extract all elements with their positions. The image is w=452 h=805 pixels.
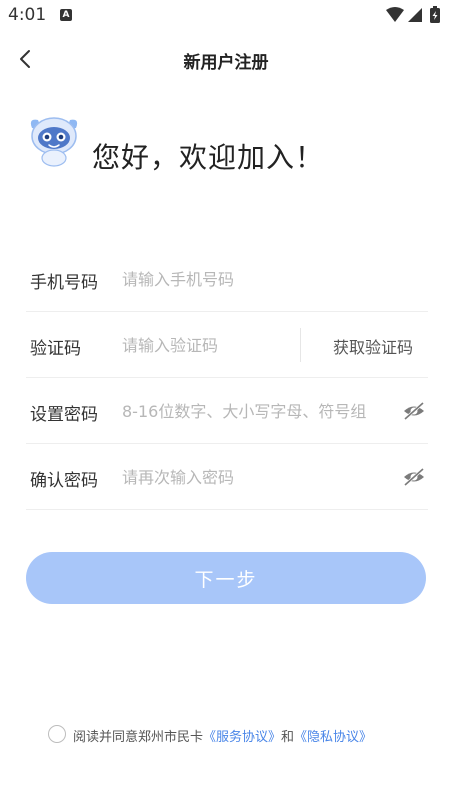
privacy-agreement-link[interactable]: 《隐私协议》 [294,730,372,745]
get-code-button[interactable]: 获取验证码 [318,334,428,358]
battery-charging-icon [430,6,440,23]
signal-icon [408,8,422,22]
password-label: 设置密码 [30,405,98,425]
password-row: 设置密码 [26,378,428,444]
page-title: 新用户注册 [183,53,269,73]
password-input[interactable] [122,398,398,424]
phone-input[interactable] [122,266,412,292]
phone-row: 手机号码 [26,246,428,312]
nav-bar: 新用户注册 [0,38,452,78]
phone-label: 手机号码 [30,273,98,293]
agreement-checkbox[interactable] [48,725,66,743]
confirm-password-label: 确认密码 [30,471,98,491]
wifi-icon [386,7,404,22]
eye-off-icon [404,467,424,487]
code-row: 验证码 获取验证码 [26,312,428,378]
next-step-button[interactable]: 下一步 [26,552,426,604]
agreement-prefix: 阅读并同意郑州市民卡 [73,730,204,745]
divider [300,328,301,362]
status-icons [386,6,440,23]
mascot-icon [30,117,78,167]
confirm-password-row: 确认密码 [26,444,428,510]
welcome-greeting: 您好，欢迎加入！ [92,141,325,174]
service-agreement-link[interactable]: 《服务协议》 [203,730,281,745]
code-label: 验证码 [30,339,81,359]
password-visibility-toggle[interactable] [402,400,426,422]
notification-icon: A [60,9,72,21]
status-time: 4:01 [8,5,47,25]
status-bar: 4:01 A [0,0,452,32]
confirm-password-input[interactable] [122,464,398,490]
registration-form: 手机号码 验证码 获取验证码 设置密码 确认密码 [26,246,428,510]
confirm-password-visibility-toggle[interactable] [402,466,426,488]
agreement-text: 阅读并同意郑州市民卡《服务协议》和《隐私协议》 [73,726,372,745]
eye-off-icon [404,401,424,421]
agreement-and: 和 [281,730,295,745]
code-input[interactable] [122,332,292,358]
